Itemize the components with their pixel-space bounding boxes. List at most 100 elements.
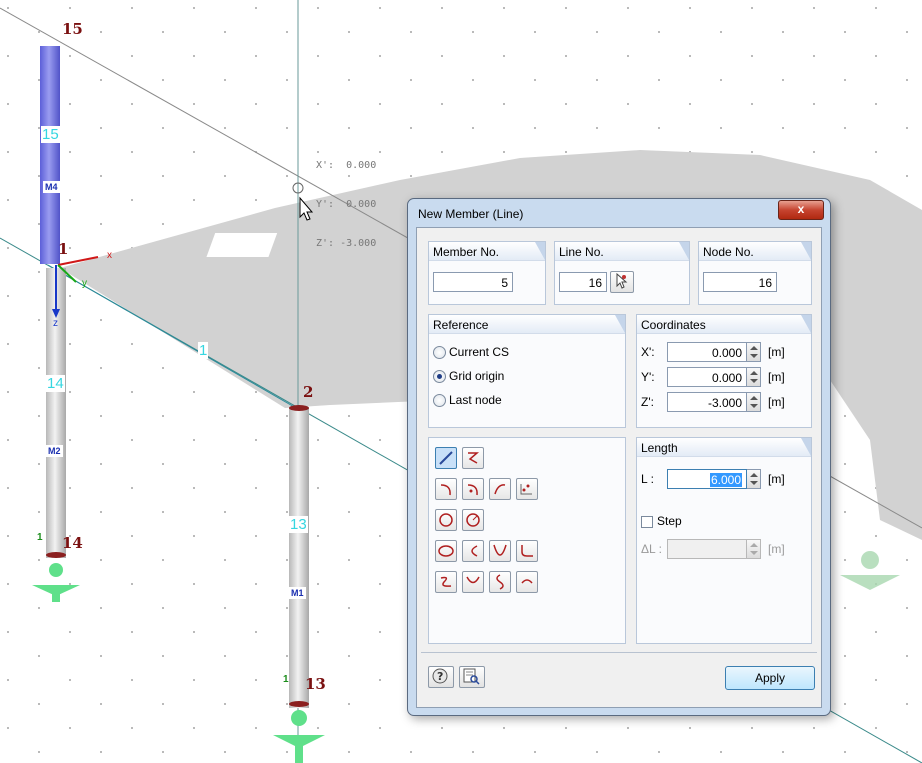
coord-z-unit: [m] (768, 395, 785, 409)
circle-tool-button[interactable] (435, 509, 457, 531)
arc-tangent-tool-button[interactable] (489, 478, 511, 500)
ellipse-tool-button[interactable] (435, 540, 457, 562)
apply-button[interactable]: Apply (725, 666, 815, 690)
dialog-titlebar[interactable]: New Member (Line) x (408, 199, 830, 227)
preview-button[interactable] (459, 666, 485, 688)
radio-last-node-button[interactable] (433, 394, 446, 407)
spline-icon (520, 484, 532, 495)
readout-z-label: Z': (316, 238, 335, 249)
member-tag-m2: M2 (46, 445, 63, 457)
line-tool-button[interactable] (435, 447, 457, 469)
coord-y-unit: [m] (768, 370, 785, 384)
support-count-14: 1 (37, 532, 43, 543)
length-l-spinner[interactable] (747, 469, 761, 489)
member-m1[interactable] (289, 408, 309, 708)
step-checkbox[interactable] (641, 516, 653, 528)
parabola-tool-button[interactable] (489, 540, 511, 562)
polyline-icon (468, 452, 480, 464)
step-label: Step (657, 514, 682, 528)
radio-current-cs-label: Current CS (449, 345, 510, 359)
step-delta-unit: [m] (768, 542, 785, 556)
member-no-field[interactable]: 5 (433, 272, 513, 292)
member-m4[interactable] (40, 46, 60, 264)
coord-x-field[interactable]: 0.000 (667, 342, 747, 362)
readout-x-label: X': (316, 160, 335, 171)
step-delta-field[interactable] (667, 539, 747, 559)
node-14-cap (46, 552, 66, 558)
cursor-coordinate-readout: X': 0.000 Y': 0.000 Z': -3.000 (316, 133, 376, 276)
node-no-label: Node No. (703, 245, 754, 259)
arc-tool-button[interactable] (435, 478, 457, 500)
line-no-label: Line No. (559, 245, 604, 259)
step-delta-label: ΔL : (641, 542, 662, 556)
radio-current-cs-button[interactable] (433, 346, 446, 359)
node-label-1: 1 (58, 240, 69, 258)
arc-center-tool-button[interactable] (462, 478, 484, 500)
node-no-field[interactable]: 16 (703, 272, 777, 292)
coord-x-spinner[interactable] (747, 342, 761, 362)
line-type-palette (428, 437, 626, 644)
line-label-1: 1 (198, 342, 209, 359)
spline-tool-button[interactable] (516, 478, 538, 500)
footer-separator (421, 652, 817, 653)
elliptical-arc-tool-button[interactable] (462, 540, 484, 562)
circle-radius-tool-button[interactable] (462, 509, 484, 531)
length-label: Length (641, 441, 678, 455)
sine-tool-button[interactable] (489, 571, 511, 593)
polyline-tool-button[interactable] (462, 447, 484, 469)
line-no-field[interactable]: 16 (559, 272, 607, 292)
member-no-label: Member No. (433, 245, 500, 259)
line-label-15: 15 (41, 126, 60, 143)
node-label-2: 2 (303, 383, 314, 401)
reference-group: Reference Current CS Grid origin Last no… (428, 314, 626, 428)
ellipse-icon (438, 545, 454, 557)
pick-line-button[interactable] (610, 271, 634, 293)
arc-icon (440, 484, 451, 496)
radio-grid-origin-button[interactable] (433, 370, 446, 383)
coord-y-spinner[interactable] (747, 367, 761, 387)
coord-z-field[interactable]: -3.000 (667, 392, 747, 412)
circle-icon (439, 513, 453, 527)
member-tag-m1: M1 (289, 587, 306, 599)
parabola-icon (493, 544, 507, 556)
coord-z-label: Z': (641, 395, 654, 409)
pick-pointer-icon (616, 272, 628, 289)
fillet-tool-button[interactable] (516, 540, 538, 562)
circle-radius-icon (466, 513, 480, 527)
node-no-group: Node No. 16 (698, 241, 812, 305)
help-icon: ? (432, 668, 448, 684)
coord-y-label: Y': (641, 370, 655, 384)
reference-header: Reference (429, 315, 625, 334)
axis-y-label: y (82, 278, 87, 289)
node-label-15: 15 (62, 20, 83, 38)
coord-z-spinner[interactable] (747, 392, 761, 412)
nurbs-tool-button[interactable] (435, 571, 457, 593)
node-13-cap (289, 701, 309, 707)
step-delta-spinner[interactable] (747, 539, 761, 559)
line-icon (439, 451, 453, 465)
line-no-group: Line No. 16 (554, 241, 690, 305)
radio-last-node-label: Last node (449, 393, 502, 407)
new-member-dialog: New Member (Line) x Member No. 5 Line No… (407, 198, 831, 716)
fillet-icon (521, 545, 533, 557)
coord-x-label: X': (641, 345, 655, 359)
line-label-13: 13 (289, 516, 308, 533)
coordinates-group: Coordinates X': 0.000 [m] Y': 0.000 [m] … (636, 314, 812, 428)
reference-label: Reference (433, 318, 489, 332)
hyperbola-tool-button[interactable] (462, 571, 484, 593)
offset-tool-button[interactable] (516, 571, 538, 593)
axis-x-label: x (107, 250, 112, 261)
svg-text:?: ? (437, 670, 443, 683)
node-label-13: 13 (305, 675, 326, 693)
node-label-14: 14 (62, 534, 83, 552)
member-no-header: Member No. (429, 242, 545, 261)
node-2-cap (289, 405, 309, 411)
length-header: Length (637, 438, 811, 457)
coord-y-field[interactable]: 0.000 (667, 367, 747, 387)
elliptical-arc-icon (471, 545, 478, 557)
length-l-field[interactable]: 6.000 (667, 469, 747, 489)
help-button[interactable]: ? (428, 666, 454, 688)
support-count-13: 1 (283, 674, 289, 685)
readout-x-value: 0.000 (346, 160, 377, 171)
close-button[interactable]: x (778, 200, 824, 220)
